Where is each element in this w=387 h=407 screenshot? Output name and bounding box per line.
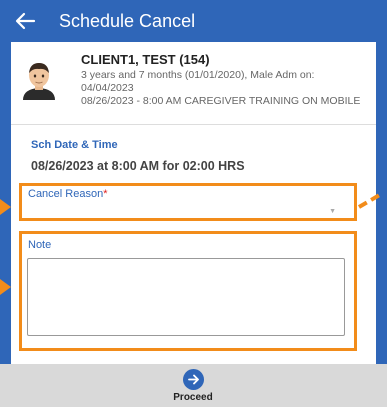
proceed-button[interactable]: Proceed [161, 367, 225, 407]
note-section: Note [19, 231, 357, 351]
required-marker: * [103, 188, 108, 200]
proceed-label: Proceed [173, 392, 213, 403]
footer-bar: Proceed [0, 364, 387, 407]
arrow-right-circle-icon [183, 369, 204, 390]
callout-dashed-arrow-icon [357, 191, 385, 209]
cancel-reason-label: Cancel Reason* [28, 188, 108, 200]
note-input[interactable] [27, 258, 345, 336]
client-name: CLIENT1, TEST (154) [81, 52, 210, 67]
cancel-reason-label-text: Cancel Reason [28, 188, 104, 200]
back-arrow-icon[interactable] [14, 11, 36, 31]
callout-arrow-left-icon [0, 199, 11, 215]
page-title: Schedule Cancel [59, 11, 196, 31]
client-schedule-summary: 08/26/2023 - 8:00 AM CAREGIVER TRAINING … [81, 95, 361, 107]
dropdown-caret-icon[interactable]: ▼ [329, 208, 336, 215]
client-admission-date: 04/04/2023 [81, 82, 134, 94]
client-avatar [23, 63, 55, 100]
note-label: Note [28, 239, 52, 251]
app-header: Schedule Cancel [0, 0, 387, 42]
client-age-admission: 3 years and 7 months (01/01/2020), Male … [81, 69, 315, 81]
client-details: 3 years and 7 months (01/01/2020), Male … [81, 69, 373, 108]
cancel-reason-field[interactable]: Cancel Reason* ▼ [19, 183, 357, 221]
callout-arrow-left-icon [0, 279, 11, 295]
content-panel: CLIENT1, TEST (154) 3 years and 7 months… [11, 42, 376, 364]
section-divider [11, 124, 376, 125]
schedule-datetime-value: 08/26/2023 at 8:00 AM for 02:00 HRS [31, 159, 245, 173]
schedule-datetime-label: Sch Date & Time [31, 139, 118, 151]
